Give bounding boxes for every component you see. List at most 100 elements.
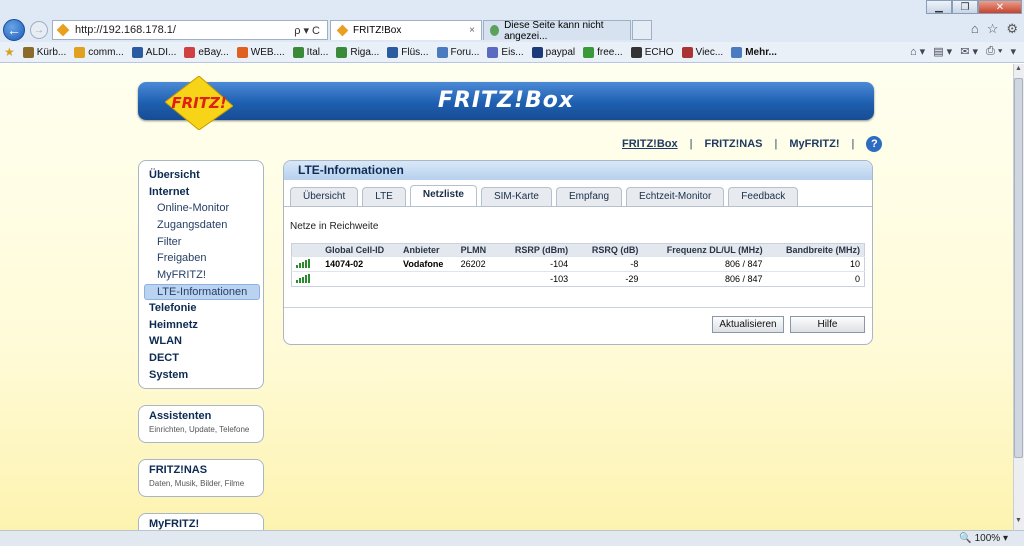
assistants-box[interactable]: Assistenten Einrichten, Update, Telefone bbox=[138, 405, 264, 443]
more-tools-icon[interactable]: ▾ bbox=[1010, 45, 1016, 58]
favorites-bar: ★ Kürb... comm... ALDI... eBay... WEB.... Ita… bbox=[0, 42, 1024, 63]
favorite-icon bbox=[583, 46, 595, 58]
add-favorite-star-icon[interactable]: ★ bbox=[4, 45, 15, 59]
close-window-button[interactable]: ✕ bbox=[978, 0, 1022, 14]
menu-item-heimnetz[interactable]: Heimnetz bbox=[139, 317, 263, 334]
favorites-star-icon[interactable]: ☆ bbox=[987, 21, 999, 37]
feeds-icon[interactable]: ▤ ▾ bbox=[933, 45, 952, 58]
tab-close-icon[interactable]: × bbox=[469, 25, 475, 36]
favorite-label: Mehr... bbox=[745, 46, 777, 58]
section-heading: Netze in Reichweite bbox=[290, 221, 379, 232]
browser-tab-error[interactable]: Diese Seite kann nicht angezei... bbox=[483, 20, 631, 42]
favorite-item[interactable]: ALDI... bbox=[131, 46, 176, 58]
address-url[interactable]: http://192.168.178.1/ bbox=[75, 24, 294, 36]
tab-netzliste[interactable]: Netzliste bbox=[409, 185, 477, 206]
favorite-icon bbox=[292, 46, 304, 58]
box-title: FRITZ!NAS bbox=[149, 464, 208, 476]
favorite-icon bbox=[630, 46, 642, 58]
favorite-item[interactable]: paypal bbox=[531, 46, 575, 58]
favorite-item[interactable]: free... bbox=[583, 46, 623, 58]
cell-cell: 14074-02 bbox=[321, 256, 400, 272]
forward-arrow-icon[interactable]: → bbox=[30, 21, 48, 39]
signal-strength-icon bbox=[296, 273, 310, 283]
favorite-item[interactable]: Flüs... bbox=[387, 46, 429, 58]
tab-feedback[interactable]: Feedback bbox=[728, 187, 799, 206]
favorite-label: Viec... bbox=[695, 46, 724, 58]
address-bar[interactable]: http://192.168.178.1/ ρ▾C bbox=[52, 20, 328, 40]
menu-item-system[interactable]: System bbox=[139, 367, 263, 384]
favorite-icon bbox=[681, 46, 693, 58]
tab-divider bbox=[284, 206, 872, 207]
link-fritzbox[interactable]: FRITZ!Box bbox=[620, 138, 690, 150]
signal-cell bbox=[291, 256, 322, 272]
scrollbar-thumb[interactable] bbox=[1014, 78, 1023, 458]
button-divider bbox=[284, 307, 872, 308]
favorite-icon bbox=[531, 46, 543, 58]
browser-tab-fritzbox[interactable]: FRITZ!Box × bbox=[330, 20, 482, 40]
command-bar: ⌂ ▾ ▤ ▾ ✉ ▾ ⎙ ▾ ▾ bbox=[910, 45, 1016, 58]
favorite-item[interactable]: Eis... bbox=[487, 46, 524, 58]
box-subtitle: Daten, Musik, Bilder, Filme bbox=[149, 479, 245, 488]
favorite-item[interactable]: Ital... bbox=[292, 46, 328, 58]
settings-gear-icon[interactable]: ⚙ bbox=[1006, 21, 1018, 37]
home-icon[interactable]: ⌂ ▾ bbox=[910, 45, 925, 58]
tab--bersicht[interactable]: Übersicht bbox=[290, 187, 359, 206]
scroll-down-icon[interactable]: ▼ bbox=[1014, 517, 1023, 529]
tab-echtzeit-monitor[interactable]: Echtzeit-Monitor bbox=[626, 187, 725, 206]
favorite-item[interactable]: Viec... bbox=[681, 46, 724, 58]
menu-item-myfritz[interactable]: MyFRITZ! bbox=[139, 267, 263, 284]
lte-panel: LTE-Informationen Übersicht LTE Netzliste S… bbox=[283, 160, 873, 345]
menu-item-lte-informationen[interactable]: LTE-Informationen bbox=[144, 283, 260, 300]
fritz-logo-icon[interactable]: FRITZ! bbox=[165, 76, 233, 130]
tab-lte[interactable]: LTE bbox=[362, 187, 406, 206]
menu-item-internet[interactable]: Internet bbox=[139, 184, 263, 201]
separator: | bbox=[851, 138, 855, 150]
browser-chrome: ▁ ❐ ✕ ← → http://192.168.178.1/ ρ▾C FRIT… bbox=[0, 0, 1024, 63]
mail-icon[interactable]: ✉ ▾ bbox=[960, 45, 978, 58]
zoom-level[interactable]: 🔍 100% ▾ bbox=[959, 533, 1008, 544]
favorite-item[interactable]: Riga... bbox=[336, 46, 379, 58]
new-tab-button[interactable] bbox=[632, 20, 652, 40]
favorite-label: Kürb... bbox=[36, 46, 67, 58]
favorite-icon bbox=[236, 46, 248, 58]
tab-sim-karte[interactable]: SIM-Karte bbox=[480, 187, 552, 206]
cell-plmn bbox=[456, 271, 501, 287]
menu-item-dect[interactable]: DECT bbox=[139, 350, 263, 367]
myfritz-box[interactable]: MyFRITZ! bbox=[138, 513, 264, 530]
scroll-up-icon[interactable]: ▲ bbox=[1014, 65, 1023, 77]
maximize-button[interactable]: ❐ bbox=[952, 0, 978, 14]
favorite-item[interactable]: Mehr... bbox=[731, 46, 777, 58]
favorite-item[interactable]: ECHO bbox=[630, 46, 674, 58]
favorite-item[interactable]: Kürb... bbox=[22, 46, 67, 58]
menu-item-zugangsdaten[interactable]: Zugangsdaten bbox=[139, 217, 263, 234]
home-icon[interactable]: ⌂ bbox=[971, 21, 979, 37]
help-button[interactable]: Hilfe bbox=[790, 316, 865, 333]
menu-item-freigaben[interactable]: Freigaben bbox=[139, 250, 263, 267]
address-bar-icons[interactable]: ρ▾C bbox=[294, 24, 327, 37]
help-icon[interactable]: ? bbox=[866, 136, 883, 152]
page-content: FRITZ!Box FRITZ! FRITZ!Box | FRITZ!NAS |… bbox=[0, 64, 1013, 530]
back-arrow-icon[interactable]: ← bbox=[3, 19, 25, 41]
fritznas-box[interactable]: FRITZ!NAS Daten, Musik, Bilder, Filme bbox=[138, 459, 264, 497]
refresh-button[interactable]: Aktualisieren bbox=[712, 316, 784, 333]
window-controls: ▁ ❐ ✕ bbox=[926, 0, 1022, 14]
link-fritznas[interactable]: FRITZ!NAS bbox=[692, 138, 774, 150]
tab-empfang[interactable]: Empfang bbox=[556, 187, 623, 206]
menu-item-filter[interactable]: Filter bbox=[139, 234, 263, 251]
favorite-item[interactable]: comm... bbox=[74, 46, 124, 58]
print-icon[interactable]: ⎙ ▾ bbox=[986, 45, 1002, 58]
favorite-item[interactable]: Foru... bbox=[436, 46, 479, 58]
page-favicon-icon bbox=[490, 25, 500, 36]
favorite-item[interactable]: eBay... bbox=[184, 46, 229, 58]
menu-item-online-monitor[interactable]: Online-Monitor bbox=[139, 200, 263, 217]
brand-title: FRITZ!Box bbox=[437, 88, 575, 113]
menu-item-telefonie[interactable]: Telefonie bbox=[139, 300, 263, 317]
menu-item--bersicht[interactable]: Übersicht bbox=[139, 167, 263, 184]
menu-item-wlan[interactable]: WLAN bbox=[139, 333, 263, 350]
favorite-icon bbox=[731, 46, 743, 58]
link-myfritz[interactable]: MyFRITZ! bbox=[777, 138, 851, 150]
favorite-item[interactable]: WEB.... bbox=[236, 46, 285, 58]
column-header: Frequenz DL/UL (MHz) bbox=[642, 243, 767, 257]
minimize-button[interactable]: ▁ bbox=[926, 0, 952, 14]
favorite-label: ECHO bbox=[644, 46, 674, 58]
